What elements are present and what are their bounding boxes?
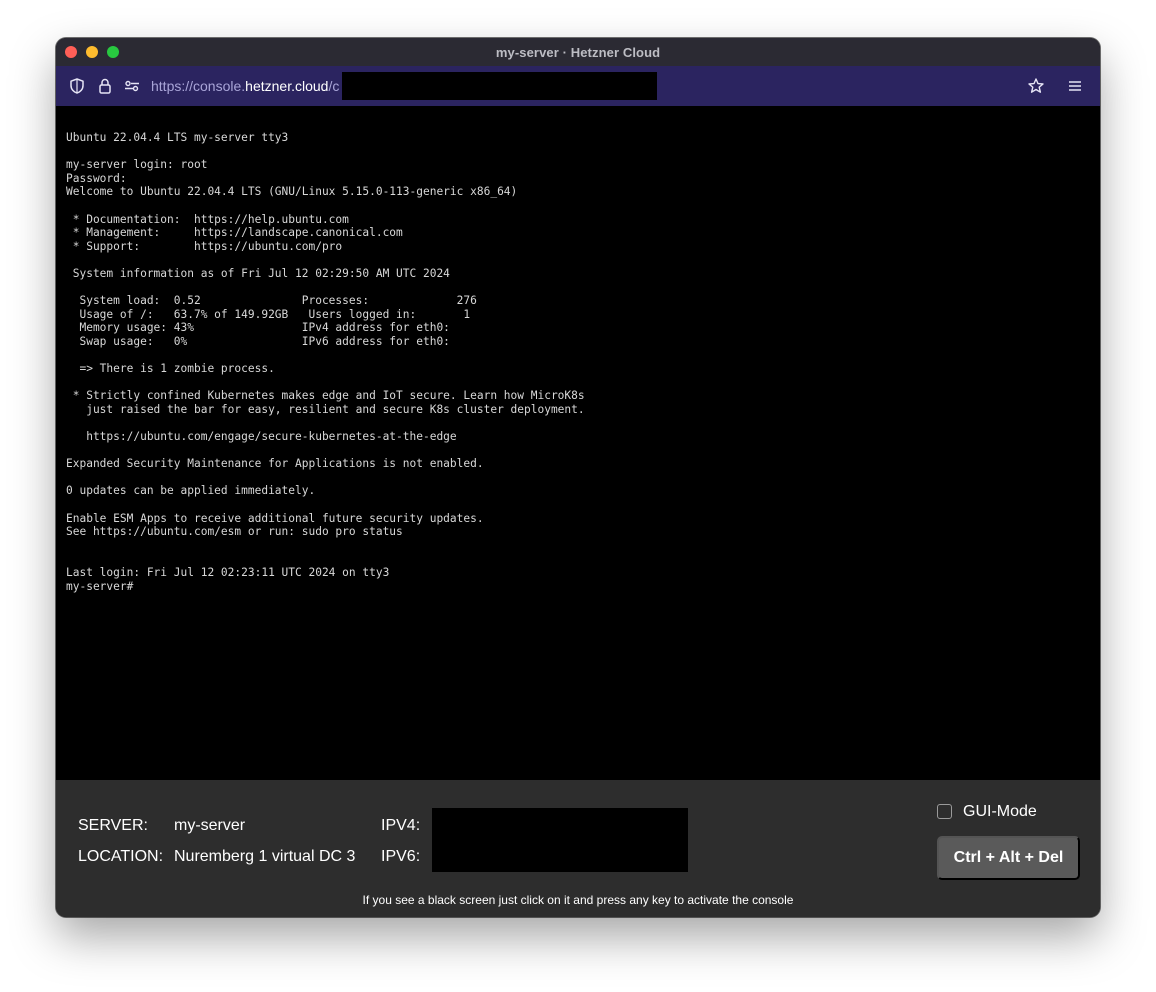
ipv6-label: IPV6:: [381, 848, 421, 865]
minimize-window-button[interactable]: [86, 46, 98, 58]
ip-redaction: [432, 808, 688, 872]
browser-toolbar: https://console.hetzner.cloud/c: [56, 66, 1100, 106]
location-label: LOCATION:: [78, 848, 164, 865]
url-prefix: https://console.: [151, 78, 246, 94]
console-screen[interactable]: Ubuntu 22.04.4 LTS my-server tty3 my-ser…: [56, 106, 1100, 780]
ctrl-alt-del-button[interactable]: Ctrl + Alt + Del: [937, 836, 1080, 880]
browser-window: my-server · Hetzner Cloud https://consol…: [56, 38, 1100, 917]
shield-icon[interactable]: [68, 77, 86, 95]
ipv4-label: IPV4:: [381, 817, 421, 834]
menu-icon[interactable]: [1066, 77, 1084, 95]
lock-icon[interactable]: [96, 77, 114, 95]
console-footer: SERVER: my-server LOCATION: Nuremberg 1 …: [56, 780, 1100, 917]
bookmark-star-icon[interactable]: [1027, 77, 1045, 95]
window-title: my-server · Hetzner Cloud: [495, 44, 661, 60]
url-host: hetzner.cloud: [245, 78, 329, 94]
title-bar: my-server · Hetzner Cloud: [56, 38, 1100, 66]
server-label: SERVER:: [78, 817, 148, 834]
site-permissions-icon[interactable]: [123, 77, 141, 95]
terminal-output: Ubuntu 22.04.4 LTS my-server tty3 my-ser…: [66, 131, 585, 593]
server-value: my-server: [174, 817, 246, 834]
location-value: Nuremberg 1 virtual DC 3: [174, 848, 356, 865]
console-hint: If you see a black screen just click on …: [362, 893, 794, 907]
url-redaction: [342, 72, 657, 100]
gui-mode-label[interactable]: GUI-Mode: [963, 803, 1037, 821]
close-window-button[interactable]: [65, 46, 77, 58]
url-suffix: /c: [328, 78, 340, 94]
window-controls: [65, 46, 119, 58]
address-bar[interactable]: https://console.hetzner.cloud/c: [151, 78, 339, 94]
maximize-window-button[interactable]: [107, 46, 119, 58]
gui-mode-checkbox[interactable]: [937, 804, 952, 819]
